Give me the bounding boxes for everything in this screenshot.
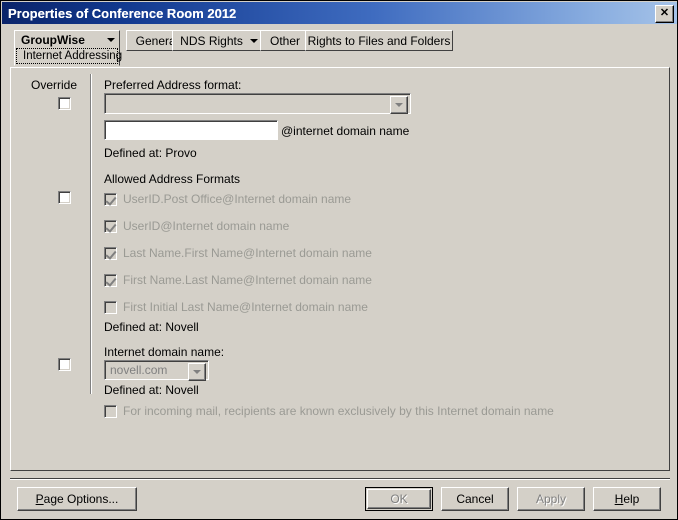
- override-checkbox-preferred-address[interactable]: [58, 97, 71, 110]
- internet-domain-name-combo[interactable]: novell.com: [104, 360, 209, 381]
- close-icon[interactable]: ✕: [655, 5, 674, 23]
- help-label-rest: elp: [623, 492, 640, 506]
- column-divider: [90, 74, 92, 394]
- internet-domain-name-value: novell.com: [110, 363, 168, 377]
- tab-groupwise-header[interactable]: GroupWise: [15, 31, 119, 48]
- allowed-format-label: Last Name.First Name@Internet domain nam…: [123, 246, 372, 260]
- allowed-format-row[interactable]: Last Name.First Name@Internet domain nam…: [104, 246, 372, 260]
- properties-dialog: Properties of Conference Room 2012 ✕ Gro…: [0, 0, 678, 520]
- apply-button[interactable]: Apply: [517, 487, 585, 511]
- allowed-format-label: UserID@Internet domain name: [123, 219, 290, 233]
- exclusive-domain-checkbox: [104, 404, 117, 418]
- tab-internet-addressing[interactable]: Internet Addressing: [16, 48, 122, 64]
- internet-domain-text-input[interactable]: [104, 120, 278, 140]
- allowed-format-row[interactable]: First Name.Last Name@Internet domain nam…: [104, 273, 372, 287]
- cancel-button[interactable]: Cancel: [441, 487, 509, 511]
- allowed-format-label: UserID.Post Office@Internet domain name: [123, 192, 352, 206]
- override-checkbox-internet-domain[interactable]: [58, 358, 71, 371]
- page-options-label-rest: age Options...: [43, 492, 119, 506]
- allowed-format-row[interactable]: UserID@Internet domain name: [104, 219, 289, 233]
- allowed-format-label: First Initial Last Name@Internet domain …: [123, 300, 368, 314]
- cancel-label: Cancel: [456, 492, 494, 506]
- preferred-address-format-combo[interactable]: [104, 93, 411, 114]
- tab-rights-label: Rights to Files and Folders: [307, 33, 451, 48]
- allowed-format-checkbox-userid: [104, 219, 117, 233]
- tab-strip: GroupWise Internet Addressing General ND…: [2, 24, 677, 66]
- domain-suffix-label: @internet domain name: [281, 124, 410, 138]
- allowed-format-checkbox-lastname-firstname: [104, 246, 117, 260]
- tab-groupwise[interactable]: GroupWise Internet Addressing: [14, 30, 122, 66]
- ok-button[interactable]: OK: [365, 487, 433, 511]
- tab-nds-rights[interactable]: NDS Rights: [172, 30, 266, 51]
- preferred-address-defined-at: Defined at: Provo: [104, 146, 197, 160]
- allowed-format-checkbox-firstname-lastname: [104, 273, 117, 287]
- page-options-button[interactable]: Page Options...: [17, 487, 137, 511]
- content-panel: Override Preferred Address format: @inte…: [10, 67, 670, 471]
- allowed-format-row[interactable]: UserID.Post Office@Internet domain name: [104, 192, 351, 206]
- override-checkbox-allowed-formats[interactable]: [58, 191, 71, 204]
- override-column-header: Override: [31, 78, 78, 92]
- footer-divider: [10, 478, 670, 480]
- internet-domain-name-label: Internet domain name:: [104, 345, 225, 359]
- exclusive-domain-label: For incoming mail, recipients are known …: [123, 404, 554, 418]
- exclusive-domain-row[interactable]: For incoming mail, recipients are known …: [104, 404, 554, 418]
- allowed-format-row[interactable]: First Initial Last Name@Internet domain …: [104, 300, 368, 314]
- tab-other-label: Other: [269, 33, 300, 48]
- internet-domain-defined-at: Defined at: Novell: [104, 383, 199, 397]
- chevron-down-icon[interactable]: [188, 363, 206, 381]
- tab-other[interactable]: Other: [260, 30, 310, 51]
- apply-label: Apply: [535, 492, 567, 506]
- tab-nds-rights-label: NDS Rights: [180, 33, 243, 48]
- tab-rights-to-files-and-folders[interactable]: Rights to Files and Folders: [305, 30, 453, 51]
- preferred-address-label: Preferred Address format:: [104, 78, 242, 92]
- chevron-down-icon[interactable]: [107, 37, 115, 42]
- allowed-formats-defined-at: Defined at: Novell: [104, 320, 199, 334]
- allowed-formats-label: Allowed Address Formats: [104, 172, 241, 186]
- allowed-format-label: First Name.Last Name@Internet domain nam…: [123, 273, 372, 287]
- help-button[interactable]: Help: [593, 487, 661, 511]
- title-bar: Properties of Conference Room 2012 ✕: [2, 2, 677, 24]
- chevron-down-icon[interactable]: [249, 38, 258, 43]
- ok-label: OK: [390, 492, 408, 506]
- chevron-down-icon[interactable]: [390, 96, 408, 114]
- window-title: Properties of Conference Room 2012: [8, 5, 237, 21]
- tab-internet-addressing-label: Internet Addressing: [23, 50, 123, 63]
- tab-groupwise-label: GroupWise: [21, 32, 85, 47]
- allowed-format-checkbox-userid-postoffice: [104, 192, 117, 206]
- allowed-format-checkbox-firstinitial-lastname: [104, 300, 117, 314]
